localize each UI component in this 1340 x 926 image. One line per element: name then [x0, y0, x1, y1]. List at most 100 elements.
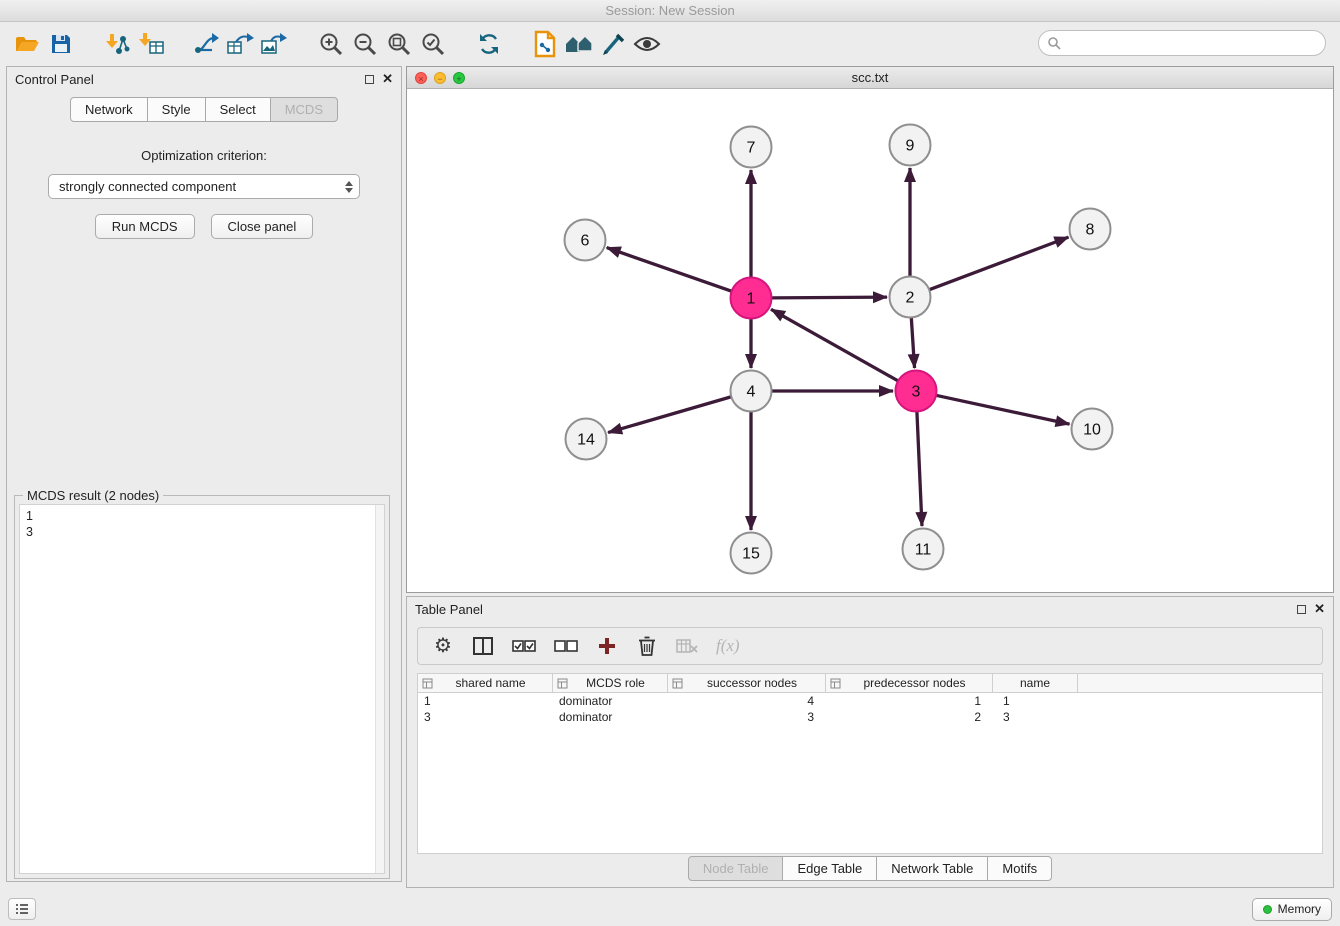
node-table: shared name MCDS role successor nodes pr… [417, 673, 1323, 854]
column-sort-icon [672, 678, 683, 689]
split-panel-button[interactable] [472, 634, 494, 658]
svg-text:1: 1 [747, 291, 756, 308]
network-table-button[interactable] [224, 27, 258, 61]
table-cell: 1 [993, 693, 1078, 709]
float-table-panel-icon[interactable] [1297, 605, 1306, 614]
select-all-button[interactable] [512, 634, 536, 658]
table-settings-button[interactable]: ⚙ [432, 634, 454, 658]
graph-node-2[interactable]: 2 [890, 277, 931, 318]
table-row[interactable]: 1dominator411 [418, 693, 1322, 709]
task-history-button[interactable] [8, 898, 36, 920]
graph-edge-1-6[interactable] [607, 248, 731, 291]
session-document-button[interactable] [528, 27, 562, 61]
tab-edge-table[interactable]: Edge Table [782, 856, 877, 881]
tab-mcds[interactable]: MCDS [270, 97, 338, 122]
search-icon [1047, 36, 1061, 50]
tab-network-table[interactable]: Network Table [876, 856, 988, 881]
tab-motifs[interactable]: Motifs [987, 856, 1052, 881]
import-table-button[interactable] [134, 27, 168, 61]
home-button[interactable] [562, 27, 596, 61]
delete-table-icon [676, 638, 698, 654]
import-table-icon [138, 32, 164, 56]
memory-button[interactable]: Memory [1252, 898, 1332, 921]
search-box[interactable] [1038, 30, 1326, 56]
refresh-button[interactable] [472, 27, 506, 61]
table-cell: 3 [668, 709, 826, 725]
graph-edge-2-3[interactable] [911, 318, 914, 368]
tab-style[interactable]: Style [147, 97, 206, 122]
table-cell: 2 [826, 709, 993, 725]
mcds-result-box: MCDS result (2 nodes) 13 [14, 495, 390, 879]
tab-node-table[interactable]: Node Table [688, 856, 784, 881]
svg-text:2: 2 [906, 290, 915, 307]
graph-node-7[interactable]: 7 [731, 127, 772, 168]
column-sort-icon [422, 678, 433, 689]
graph-edge-4-14[interactable] [608, 397, 731, 433]
close-panel-button[interactable]: Close panel [211, 214, 314, 239]
column-header-mcds-role[interactable]: MCDS role [553, 674, 668, 692]
graph-edge-2-8[interactable] [930, 237, 1069, 289]
window-minimize-button[interactable]: − [434, 72, 446, 84]
save-session-button[interactable] [44, 27, 78, 61]
dropdown-stepper-icon [345, 181, 353, 193]
network-graph[interactable]: 7 9 6 8 1 2 4 3 14 10 15 11 [407, 89, 1333, 592]
table-cell: dominator [553, 709, 668, 725]
run-mcds-button[interactable]: Run MCDS [95, 214, 195, 239]
mcds-result-list[interactable]: 13 [19, 504, 385, 874]
graph-node-11[interactable]: 11 [903, 529, 944, 570]
graph-node-6[interactable]: 6 [565, 220, 606, 261]
float-panel-icon[interactable] [365, 75, 374, 84]
table-cell: 3 [993, 709, 1078, 725]
window-close-button[interactable]: × [415, 72, 427, 84]
table-toolbar: ⚙ f(x) [417, 627, 1323, 665]
column-header-predecessor-nodes[interactable]: predecessor nodes [826, 674, 993, 692]
table-panel-title: Table Panel [415, 602, 483, 617]
tab-select[interactable]: Select [205, 97, 271, 122]
column-header-name[interactable]: name [993, 674, 1078, 692]
search-input[interactable] [1061, 36, 1317, 51]
graph-node-15[interactable]: 15 [731, 533, 772, 574]
result-scrollbar[interactable] [375, 505, 384, 873]
zoom-selected-button[interactable] [416, 27, 450, 61]
zoom-out-button[interactable] [348, 27, 382, 61]
close-panel-icon[interactable]: ✕ [382, 74, 393, 84]
window-zoom-button[interactable]: + [453, 72, 465, 84]
open-file-button[interactable] [10, 27, 44, 61]
graph-node-4[interactable]: 4 [731, 371, 772, 412]
graph-node-3[interactable]: 3 [896, 371, 937, 412]
style-button[interactable] [596, 27, 630, 61]
criterion-dropdown[interactable]: strongly connected component [48, 174, 360, 199]
control-panel-tabs: Network Style Select MCDS [7, 97, 401, 122]
graph-node-9[interactable]: 9 [890, 125, 931, 166]
table-body[interactable]: 1dominator4113dominator323 [417, 693, 1323, 854]
export-image-button[interactable] [258, 27, 292, 61]
deselect-all-button[interactable] [554, 634, 578, 658]
new-network-button[interactable] [190, 27, 224, 61]
show-graphics-button[interactable] [630, 27, 664, 61]
graph-node-10[interactable]: 10 [1072, 409, 1113, 450]
graph-node-1[interactable]: 1 [731, 278, 772, 319]
graph-node-8[interactable]: 8 [1070, 209, 1111, 250]
zoom-in-button[interactable] [314, 27, 348, 61]
svg-text:10: 10 [1083, 422, 1101, 439]
delete-table-button[interactable] [676, 634, 698, 658]
table-cell: 3 [418, 709, 553, 725]
graph-edge-3-10[interactable] [937, 395, 1070, 424]
function-builder-button[interactable]: f(x) [716, 634, 740, 658]
delete-row-button[interactable] [636, 634, 658, 658]
network-window-titlebar[interactable]: scc.txt × − + [407, 67, 1333, 89]
graph-edge-3-1[interactable] [771, 309, 898, 380]
column-header-successor-nodes[interactable]: successor nodes [668, 674, 826, 692]
graph-edge-3-11[interactable] [917, 412, 922, 526]
zoom-fit-button[interactable] [382, 27, 416, 61]
close-table-panel-icon[interactable]: ✕ [1314, 604, 1325, 614]
graph-node-14[interactable]: 14 [566, 419, 607, 460]
table-row[interactable]: 3dominator323 [418, 709, 1322, 725]
import-network-button[interactable] [100, 27, 134, 61]
graph-edge-1-2[interactable] [772, 297, 887, 298]
column-header-shared-name[interactable]: shared name [418, 674, 553, 692]
add-row-button[interactable] [596, 634, 618, 658]
tab-network[interactable]: Network [70, 97, 148, 122]
svg-text:6: 6 [581, 233, 590, 250]
table-header: shared name MCDS role successor nodes pr… [417, 673, 1323, 693]
